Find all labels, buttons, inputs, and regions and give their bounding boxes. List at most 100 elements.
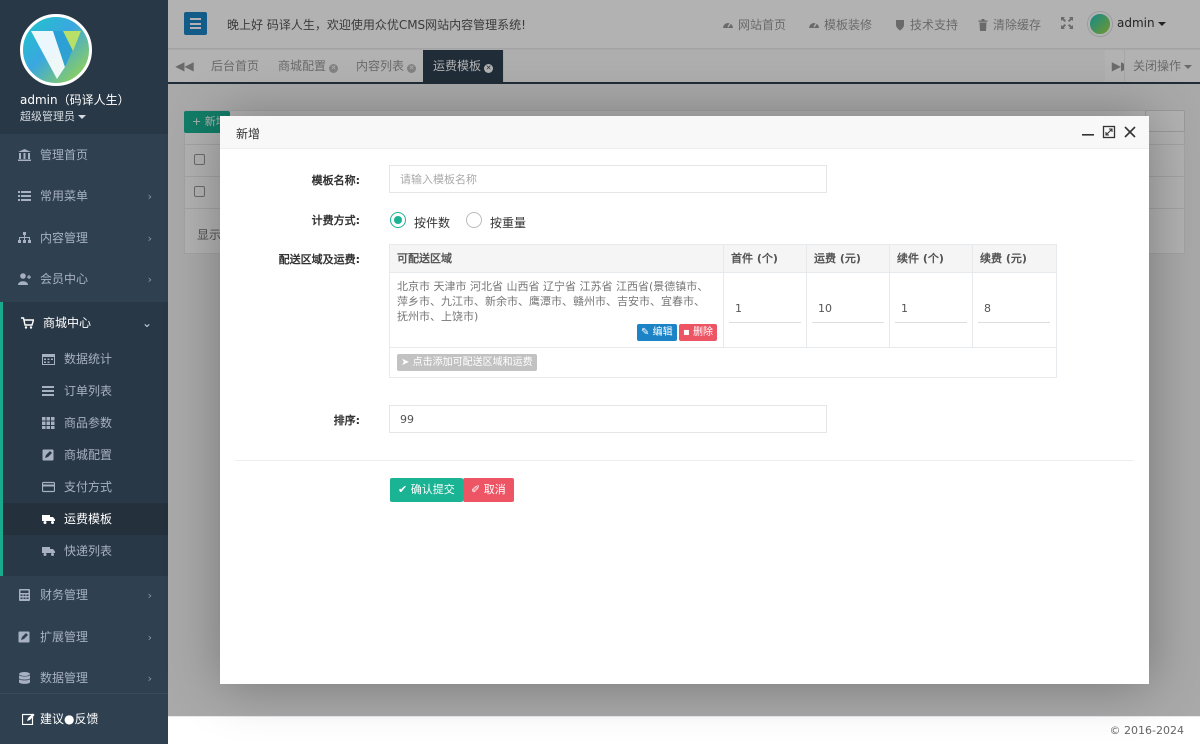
column-header: 续费 (元) bbox=[973, 245, 1056, 273]
profile-area: admin（码译人生） 超级管理员 bbox=[0, 0, 168, 134]
user-role: 超级管理员 bbox=[20, 110, 75, 123]
add-area-button[interactable]: ➤ 点击添加可配送区域和运费 bbox=[397, 354, 537, 371]
shipping-area-label: 配送区域及运费: bbox=[278, 253, 360, 266]
sidebar-group-mall: 商城中心 ⌄ 数据统计 订单列表 商品参数 商城配置 支付方式 运费模板 快递列… bbox=[0, 302, 168, 576]
sidebar-item-label: 扩展管理 bbox=[40, 630, 89, 644]
sidebar-subitem-label: 商品参数 bbox=[64, 416, 113, 430]
submit-button-label: 确认提交 bbox=[410, 483, 455, 496]
dialog-title: 新增 bbox=[236, 127, 261, 141]
sidebar-subitem-label: 商城配置 bbox=[64, 448, 113, 462]
logo-icon bbox=[20, 14, 92, 86]
column-header: 运费 (元) bbox=[807, 245, 890, 273]
first-piece-input[interactable] bbox=[729, 295, 801, 323]
region-list: 北京市 天津市 河北省 山西省 辽宁省 江苏省 江西省(景德镇市、萍乡市、九江市… bbox=[397, 280, 709, 323]
sidebar-subitem-shipping-template[interactable]: 运费模板 bbox=[3, 503, 168, 535]
sidebar-item-members[interactable]: 会员中心 › bbox=[0, 259, 168, 300]
delete-button-label: 删除 bbox=[692, 327, 713, 338]
shipping-fee-cell bbox=[807, 273, 890, 348]
grid-icon bbox=[42, 417, 55, 429]
sidebar-item-label: 会员中心 bbox=[40, 272, 89, 286]
sidebar-subitem-mall-config[interactable]: 商城配置 bbox=[3, 439, 168, 471]
database-icon bbox=[18, 672, 31, 684]
user-name[interactable]: admin（码译人生） bbox=[20, 91, 130, 108]
column-header: 可配送区域 bbox=[390, 245, 724, 273]
trash-icon: ▪ bbox=[683, 327, 690, 338]
billing-by-piece-radio[interactable] bbox=[390, 212, 406, 228]
billing-by-weight-radio[interactable] bbox=[466, 212, 482, 228]
chevron-right-icon: › bbox=[147, 631, 152, 644]
edit-button-label: 编辑 bbox=[652, 327, 673, 338]
billing-method-label: 计费方式: bbox=[311, 214, 360, 227]
extra-fee-input[interactable] bbox=[978, 295, 1050, 323]
extra-piece-input[interactable] bbox=[895, 295, 967, 323]
sitemap-icon bbox=[18, 232, 31, 243]
pencil-icon: ✎ bbox=[641, 327, 650, 338]
edit-button[interactable]: ✎ 编辑 bbox=[637, 324, 677, 341]
feedback-link[interactable]: 建议●反馈 bbox=[0, 693, 168, 744]
cancel-button[interactable]: ✐ 取消 bbox=[463, 478, 514, 502]
extra-piece-cell bbox=[890, 273, 973, 348]
template-name-input[interactable] bbox=[389, 165, 827, 193]
delete-button[interactable]: ▪ 删除 bbox=[679, 324, 717, 341]
sidebar-item-label: 内容管理 bbox=[40, 231, 89, 245]
sidebar-item-mall[interactable]: 商城中心 ⌄ bbox=[3, 302, 168, 344]
shipping-area-table: 可配送区域 首件 (个) 运费 (元) 续件 (个) 续费 (元) 北京市 天津… bbox=[389, 244, 1057, 378]
sidebar-subitem-label: 支付方式 bbox=[64, 480, 113, 494]
sidebar-subitem-label: 运费模板 bbox=[64, 512, 113, 526]
chevron-right-icon: › bbox=[147, 273, 152, 286]
extra-fee-cell bbox=[973, 273, 1056, 348]
truck-icon bbox=[42, 547, 55, 556]
sidebar-subitem-payment[interactable]: 支付方式 bbox=[3, 471, 168, 503]
sidebar-item-label: 管理首页 bbox=[40, 148, 89, 162]
sidebar-item-content[interactable]: 内容管理 › bbox=[0, 218, 168, 259]
billing-by-weight-label: 按重量 bbox=[490, 216, 527, 230]
location-arrow-icon: ➤ bbox=[401, 357, 410, 368]
sidebar-item-label: 数据管理 bbox=[40, 671, 89, 685]
feedback-label: 建议●反馈 bbox=[40, 712, 99, 726]
sort-label: 排序: bbox=[333, 414, 360, 427]
sidebar-subitem-stats[interactable]: 数据统计 bbox=[3, 343, 168, 375]
calculator-icon bbox=[19, 589, 30, 601]
billing-by-piece-label: 按件数 bbox=[414, 216, 451, 230]
sidebar-item-finance[interactable]: 财务管理 › bbox=[0, 575, 168, 616]
chevron-right-icon: › bbox=[147, 232, 152, 245]
first-piece-cell bbox=[724, 273, 807, 348]
sidebar-subitem-label: 快递列表 bbox=[64, 544, 113, 558]
sidebar-item-label: 常用菜单 bbox=[40, 189, 89, 203]
sidebar-subitem-orders[interactable]: 订单列表 bbox=[3, 375, 168, 407]
table-row: 北京市 天津市 河北省 山西省 辽宁省 江苏省 江西省(景德镇市、萍乡市、九江市… bbox=[390, 273, 724, 348]
cancel-button-label: 取消 bbox=[483, 483, 506, 496]
sidebar-item-common-menu[interactable]: 常用菜单 › bbox=[0, 176, 168, 217]
page-footer: © 2016-2024 bbox=[168, 716, 1200, 744]
eraser-icon: ✐ bbox=[471, 483, 481, 496]
sort-input[interactable] bbox=[389, 405, 827, 433]
sidebar-subitem-params[interactable]: 商品参数 bbox=[3, 407, 168, 439]
minimize-icon[interactable] bbox=[1081, 125, 1095, 139]
list-icon bbox=[18, 191, 31, 201]
user-role-dropdown[interactable]: 超级管理员 bbox=[20, 108, 86, 124]
bank-icon bbox=[18, 149, 31, 161]
truck-icon bbox=[42, 515, 55, 524]
add-area-label: 点击添加可配送区域和运费 bbox=[412, 357, 533, 368]
maximize-icon[interactable] bbox=[1102, 125, 1116, 139]
caret-down-icon bbox=[78, 115, 86, 119]
form-divider bbox=[235, 460, 1134, 461]
user-plus-icon bbox=[18, 273, 31, 285]
sidebar-item-extensions[interactable]: 扩展管理 › bbox=[0, 617, 168, 658]
column-header: 续件 (个) bbox=[890, 245, 973, 273]
submit-button[interactable]: ✔ 确认提交 bbox=[390, 478, 463, 502]
sidebar-item-label: 财务管理 bbox=[40, 588, 89, 602]
sidebar-subitem-label: 数据统计 bbox=[64, 352, 113, 366]
bars-icon bbox=[42, 386, 54, 396]
shipping-fee-input[interactable] bbox=[812, 295, 884, 323]
sidebar-item-home[interactable]: 管理首页 bbox=[0, 135, 168, 176]
edit-icon bbox=[18, 631, 30, 643]
chevron-right-icon: › bbox=[147, 190, 152, 203]
cart-icon bbox=[21, 317, 34, 329]
add-dialog: 新增 模板名称: 计费方式: 按件数 按重量 配送区域及运费: 可配送区域 首件… bbox=[220, 116, 1149, 684]
sidebar-subitem-label: 订单列表 bbox=[64, 384, 113, 398]
sidebar-subitem-express[interactable]: 快递列表 bbox=[3, 535, 168, 567]
close-icon[interactable] bbox=[1123, 125, 1137, 139]
chevron-down-icon: ⌄ bbox=[141, 316, 152, 330]
edit-icon bbox=[42, 449, 54, 461]
